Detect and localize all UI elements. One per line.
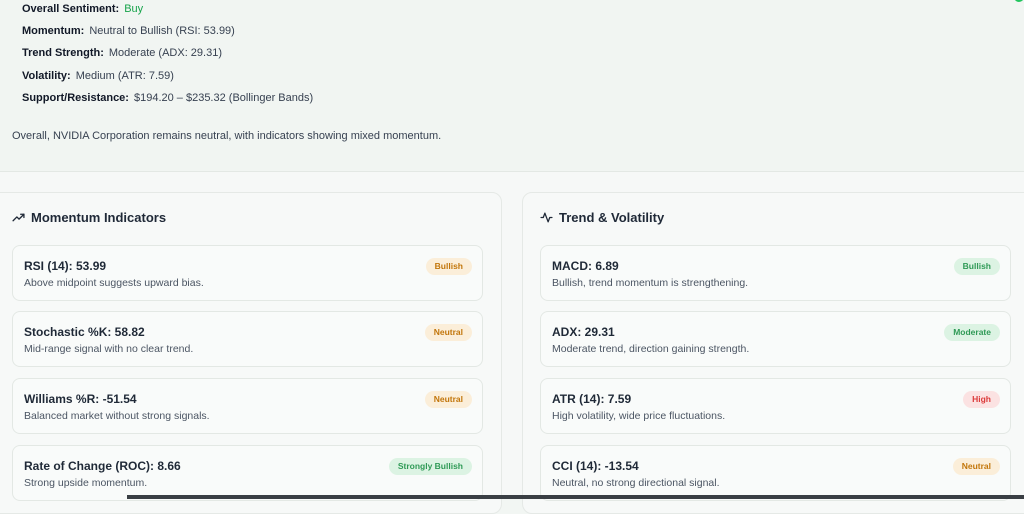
status-indicator [1014,0,1024,2]
indicator-title: MACD: 6.89 [552,259,619,273]
indicator-title: RSI (14): 53.99 [24,259,107,273]
summary-line-trend: Trend Strength: Moderate (ADX: 29.31) [22,47,222,59]
summary-value: Neutral to Bullish (RSI: 53.99) [89,25,235,37]
status-badge: Bullish [953,258,1000,275]
status-badge: Strongly Bullish [388,458,472,475]
indicator-description: Moderate trend, direction gaining streng… [552,343,750,355]
indicator-card-stochastic[interactable]: Stochastic %K: 58.82 Mid-range signal wi… [12,311,483,367]
status-badge: Bullish [425,258,472,275]
indicator-description: Bullish, trend momentum is strengthening… [552,277,749,289]
indicator-title: Rate of Change (ROC): 8.66 [24,459,181,473]
activity-icon [540,212,553,223]
indicator-card-rsi[interactable]: RSI (14): 53.99 Above midpoint suggests … [12,245,483,301]
indicator-title: ADX: 29.31 [552,325,615,339]
indicator-title: Stochastic %K: 58.82 [24,325,145,339]
summary-line-volatility: Volatility: Medium (ATR: 7.59) [22,70,174,82]
indicator-card-macd[interactable]: MACD: 6.89 Bullish, trend momentum is st… [540,245,1011,301]
status-badge: Neutral [952,458,1000,475]
indicator-description: Mid-range signal with no clear trend. [24,343,194,355]
trending-up-icon [12,213,25,222]
summary-key: Volatility: [22,70,71,82]
indicator-card-atr[interactable]: ATR (14): 7.59 High volatility, wide pri… [540,378,1011,434]
summary-key: Momentum: [22,25,85,37]
indicator-card-cci[interactable]: CCI (14): -13.54 Neutral, no strong dire… [540,445,1011,501]
status-badge: Moderate [944,324,1000,341]
indicator-description: Above midpoint suggests upward bias. [24,277,204,289]
indicator-description: Balanced market without strong signals. [24,410,210,422]
summary-value: Buy [124,3,144,15]
status-badge: Neutral [424,324,472,341]
indicator-card-williams[interactable]: Williams %R: -51.54 Balanced market with… [12,378,483,434]
summary-line-sentiment: Overall Sentiment: Buy [22,3,143,15]
summary-value: Medium (ATR: 7.59) [75,70,174,82]
summary-key: Overall Sentiment: [22,3,120,15]
summary-line-support-resistance: Support/Resistance: $194.20 – $235.32 (Bo… [22,92,313,104]
status-badge: Neutral [424,391,472,408]
trend-panel-title: Trend & Volatility [540,210,664,225]
indicator-title: ATR (14): 7.59 [552,392,632,406]
momentum-panel-title: Momentum Indicators [12,210,166,225]
summary-value: Moderate (ADX: 29.31) [108,47,223,59]
horizontal-scrollbar[interactable] [127,495,1024,499]
indicator-card-adx[interactable]: ADX: 29.31 Moderate trend, direction gai… [540,311,1011,367]
indicator-card-roc[interactable]: Rate of Change (ROC): 8.66 Strong upside… [12,445,483,501]
summary-key: Support/Resistance: [22,92,129,104]
status-badge: High [963,391,1000,408]
panel-title-text: Trend & Volatility [559,210,665,225]
indicator-description: High volatility, wide price fluctuations… [552,410,726,422]
summary-value: $194.20 – $235.32 (Bollinger Bands) [133,92,314,104]
summary-key: Trend Strength: [22,47,104,59]
summary-line-momentum: Momentum: Neutral to Bullish (RSI: 53.99) [22,25,235,37]
indicator-description: Neutral, no strong directional signal. [552,477,720,489]
indicator-title: CCI (14): -13.54 [552,459,639,473]
overall-summary-text: Overall, NVIDIA Corporation remains neut… [12,130,442,142]
panel-title-text: Momentum Indicators [31,210,167,225]
summary-section: Overall Sentiment: Buy Momentum: Neutral t… [0,0,1024,172]
indicator-description: Strong upside momentum. [24,477,148,489]
indicator-title: Williams %R: -51.54 [24,392,137,406]
